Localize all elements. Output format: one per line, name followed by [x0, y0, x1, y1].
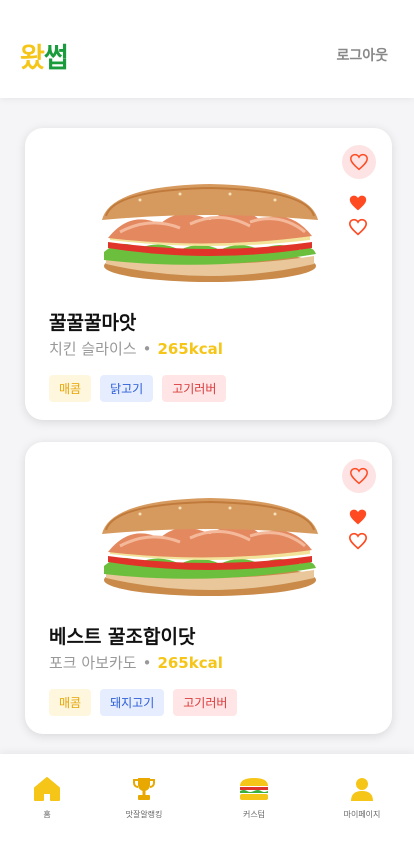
tag: 매콤 — [49, 375, 92, 402]
tag: 매콤 — [49, 689, 92, 716]
bottom-nav: 홈 맛잘알랭킹 커스텀 마이페이지 — [0, 754, 414, 844]
app-header: 왔썹 로그아웃 — [0, 0, 414, 98]
recipe-card[interactable]: 꿀꿀꿀마앗 치킨 슬라이스 • 265kcal 매콤 닭고기 고기러버 — [25, 128, 392, 420]
heart-icon[interactable] — [348, 532, 368, 550]
logo-part-2: 썹 — [43, 43, 69, 74]
favorite-button[interactable] — [342, 459, 376, 493]
logo-part-1: 왔 — [20, 43, 45, 74]
heart-icon — [350, 153, 368, 171]
recipe-card[interactable]: 베스트 꿀조합이닷 포크 아보카도 • 265kcal 매콤 돼지고기 고기러버 — [25, 442, 392, 734]
heart-filled-icon[interactable] — [348, 194, 368, 212]
tag-list: 매콤 닭고기 고기러버 — [49, 375, 227, 402]
app-logo[interactable]: 왔썹 — [20, 36, 69, 75]
recipe-name: 꿀꿀꿀마앗 — [49, 312, 137, 334]
home-icon — [34, 777, 60, 801]
user-icon — [351, 778, 373, 801]
nav-mypage-label: 마이페이지 — [343, 810, 381, 819]
recipe-kcal: 265kcal — [157, 340, 223, 358]
heart-filled-icon[interactable] — [348, 508, 368, 526]
tag: 돼지고기 — [100, 689, 165, 716]
nav-custom-label: 커스텀 — [242, 810, 266, 819]
tag-list: 매콤 돼지고기 고기러버 — [49, 689, 238, 716]
trophy-icon — [133, 778, 155, 800]
tag: 고기러버 — [173, 689, 238, 716]
nav-ranking[interactable]: 맛잘알랭킹 — [109, 776, 179, 820]
logout-button[interactable]: 로그아웃 — [336, 45, 388, 65]
nav-custom[interactable]: 커스텀 — [219, 776, 289, 820]
recipe-base: 치킨 슬라이스 — [49, 340, 137, 358]
sandwich-image — [102, 498, 318, 596]
sandwich-image — [102, 184, 318, 282]
heart-icon — [350, 467, 368, 485]
separator-dot: • — [142, 654, 152, 672]
nav-ranking-label: 맛잘알랭킹 — [125, 810, 163, 819]
recipe-kcal: 265kcal — [157, 654, 223, 672]
recipe-subtitle: 포크 아보카도 • 265kcal — [49, 652, 223, 673]
favorite-button[interactable] — [342, 145, 376, 179]
nav-home-label: 홈 — [43, 810, 51, 819]
separator-dot: • — [142, 340, 152, 358]
recipe-base: 포크 아보카도 — [49, 654, 137, 672]
heart-icon[interactable] — [348, 218, 368, 236]
nav-home[interactable]: 홈 — [12, 776, 82, 820]
tag: 닭고기 — [100, 375, 154, 402]
recipe-subtitle: 치킨 슬라이스 • 265kcal — [49, 338, 223, 359]
nav-mypage[interactable]: 마이페이지 — [327, 776, 397, 820]
sandwich-icon — [240, 778, 268, 800]
recipe-name: 베스트 꿀조합이닷 — [49, 626, 196, 648]
tag: 고기러버 — [162, 375, 227, 402]
